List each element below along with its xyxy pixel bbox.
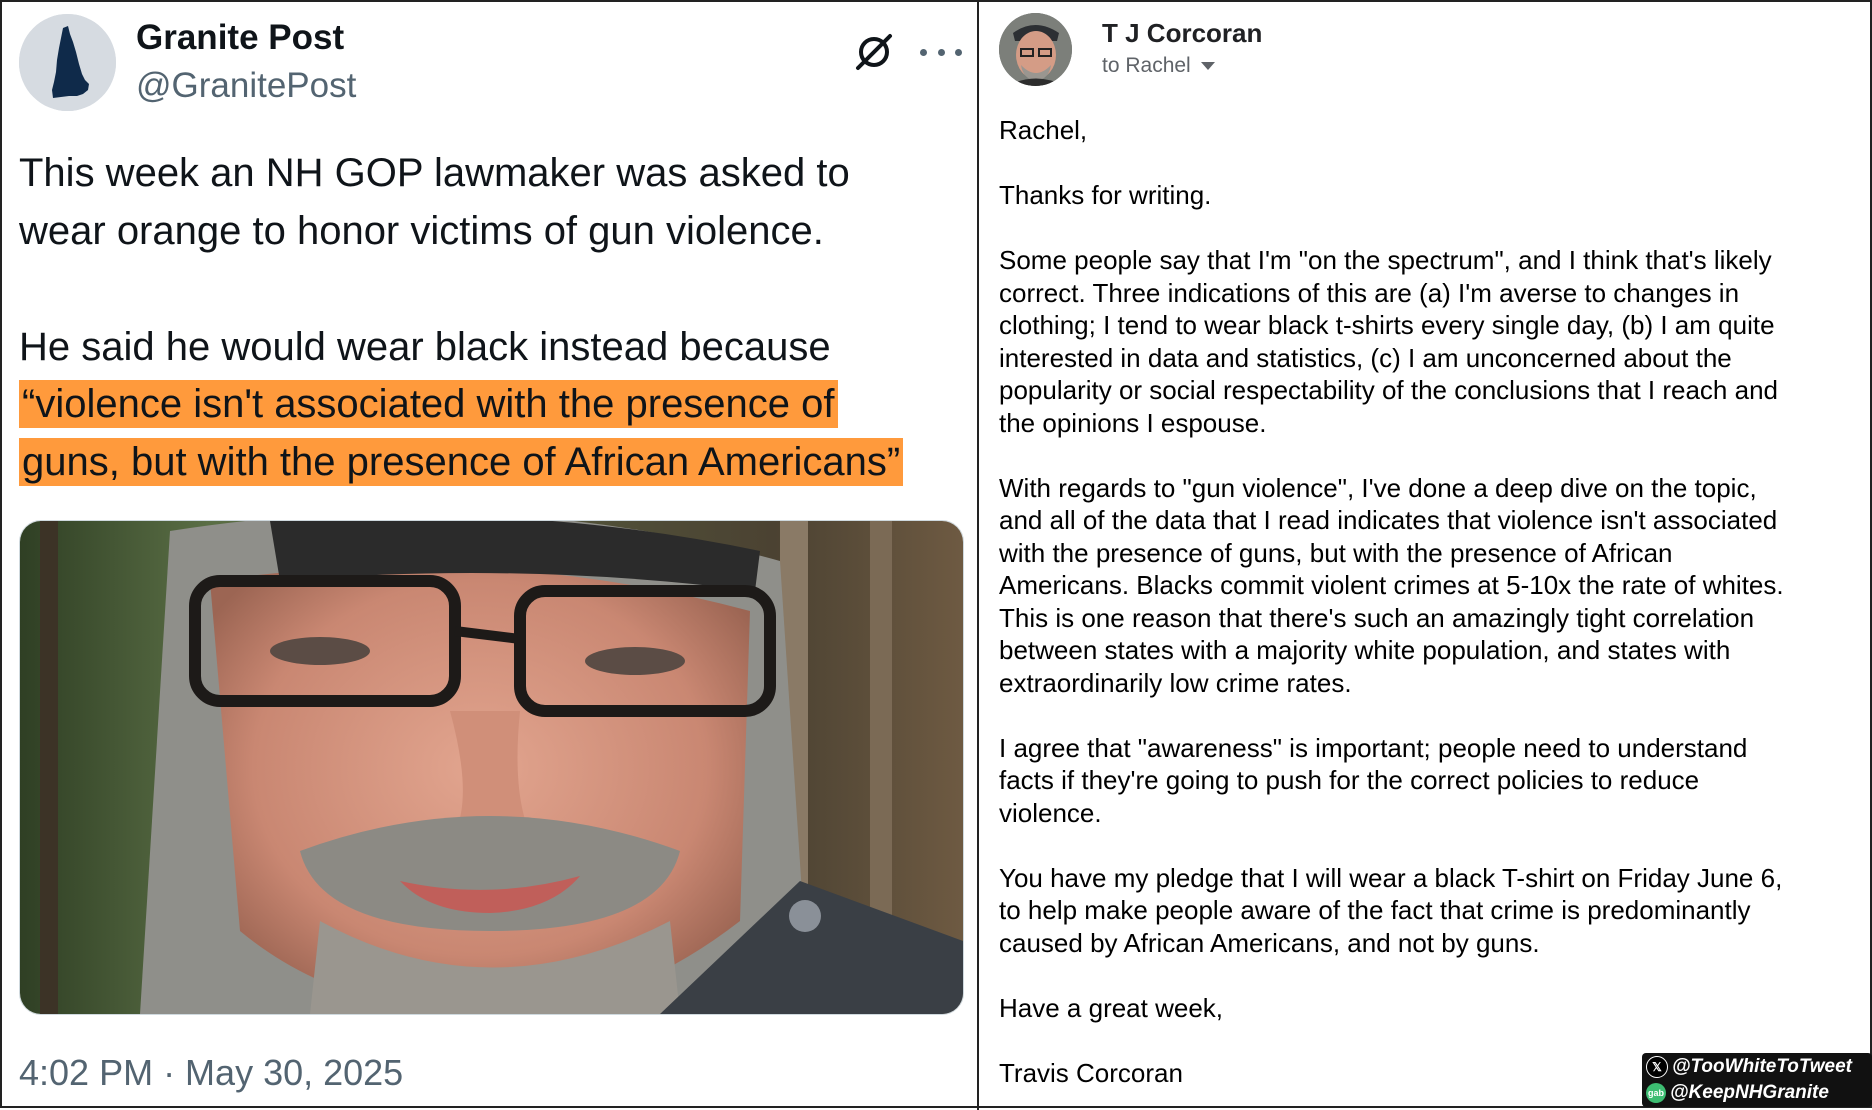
email-text-line: Have a great week, (999, 992, 1224, 1023)
email-text-line: Thanks for writing. (999, 180, 1212, 210)
user-handle[interactable]: @GranitePost (136, 66, 356, 106)
watermark-handle: @TooWhiteToTweet (1672, 1056, 1852, 1077)
email-text-line: With regards to "gun violence", I've don… (999, 472, 1757, 503)
watermark-handle: @KeepNHGranite (1670, 1082, 1829, 1103)
sender-avatar[interactable] (999, 13, 1072, 86)
email-text-line: between states with a majority white pop… (999, 635, 1731, 665)
email-text-line: This is one reason that there's such an … (999, 602, 1755, 633)
email-text-line: Some people say that I'm "on the spectru… (999, 245, 1772, 275)
email-text-line: I agree that "awareness" is important; p… (999, 732, 1748, 763)
watermark: 𝕏 @TooWhiteToTweet gab @KeepNHGranite (1642, 1053, 1872, 1107)
email-text-line: Americans. Blacks commit violent crimes … (999, 570, 1784, 600)
email-text-line: with the presence of guns, but with the … (999, 537, 1673, 568)
recipient-label: to Rachel (1102, 54, 1191, 77)
highlighted-quote-line: “violence isn't associated with the pres… (19, 380, 838, 428)
email-text-line: violence. (999, 797, 1102, 828)
email-text-line: popularity or social respectability of t… (999, 375, 1778, 405)
email-body: Rachel, Thanks for writing. Some people sa… (999, 114, 1869, 1089)
sender-name[interactable]: T J Corcoran (1102, 18, 1262, 49)
email-text-line: clothing; I tend to wear black t-shirts … (999, 310, 1775, 340)
email-text-line: caused by African Americans, and not by … (999, 927, 1540, 958)
tweet-text-line: wear orange to honor victims of gun viol… (19, 209, 824, 253)
email-text-line: extraordinarily low crime rates. (999, 667, 1352, 698)
email-text-line: Rachel, (999, 115, 1088, 145)
caret-down-icon (1200, 62, 1215, 71)
email-text-line: and all of the data that I read indicate… (999, 505, 1778, 535)
tweet-text-line: He said he would wear black instead beca… (19, 325, 831, 369)
email-text-line: to help make people aware of the fact th… (999, 895, 1751, 925)
screenshot-composite: Granite Post @GranitePost This week an N… (0, 0, 1872, 1110)
email-text-line: interested in data and statistics, (c) I… (999, 342, 1732, 373)
sender-photo (999, 13, 1072, 86)
grok-icon[interactable] (852, 30, 896, 74)
new-hampshire-map-icon (19, 14, 116, 111)
tweet-photo[interactable] (19, 520, 964, 1015)
recipient-dropdown[interactable]: to Rachel (1102, 54, 1215, 78)
email-text-line: facts if they're going to push for the c… (999, 765, 1700, 795)
email-text-line: correct. Three indications of this are (… (999, 277, 1740, 308)
tweet-timestamp[interactable]: 4:02 PM · May 30, 2025 (19, 1052, 403, 1094)
display-name[interactable]: Granite Post (136, 18, 344, 58)
email-text-line: the opinions I espouse. (999, 407, 1267, 438)
gab-logo-icon: gab (1646, 1083, 1666, 1103)
more-options-icon[interactable] (920, 30, 962, 74)
email-text-line: You have my pledge that I will wear a bl… (999, 862, 1783, 893)
watermark-row: gab @KeepNHGranite (1646, 1080, 1829, 1106)
watermark-row: 𝕏 @TooWhiteToTweet (1646, 1054, 1852, 1080)
tweet-text-line: This week an NH GOP lawmaker was asked t… (19, 151, 850, 195)
tweet-card: Granite Post @GranitePost This week an N… (2, 2, 977, 1110)
email-message: T J Corcoran to Rachel Rachel, Thanks for… (979, 2, 1872, 1110)
highlighted-quote-line: guns, but with the presence of African A… (19, 438, 904, 486)
avatar[interactable] (19, 14, 116, 111)
selfie-photo (20, 521, 963, 1014)
x-logo-icon: 𝕏 (1646, 1056, 1668, 1078)
